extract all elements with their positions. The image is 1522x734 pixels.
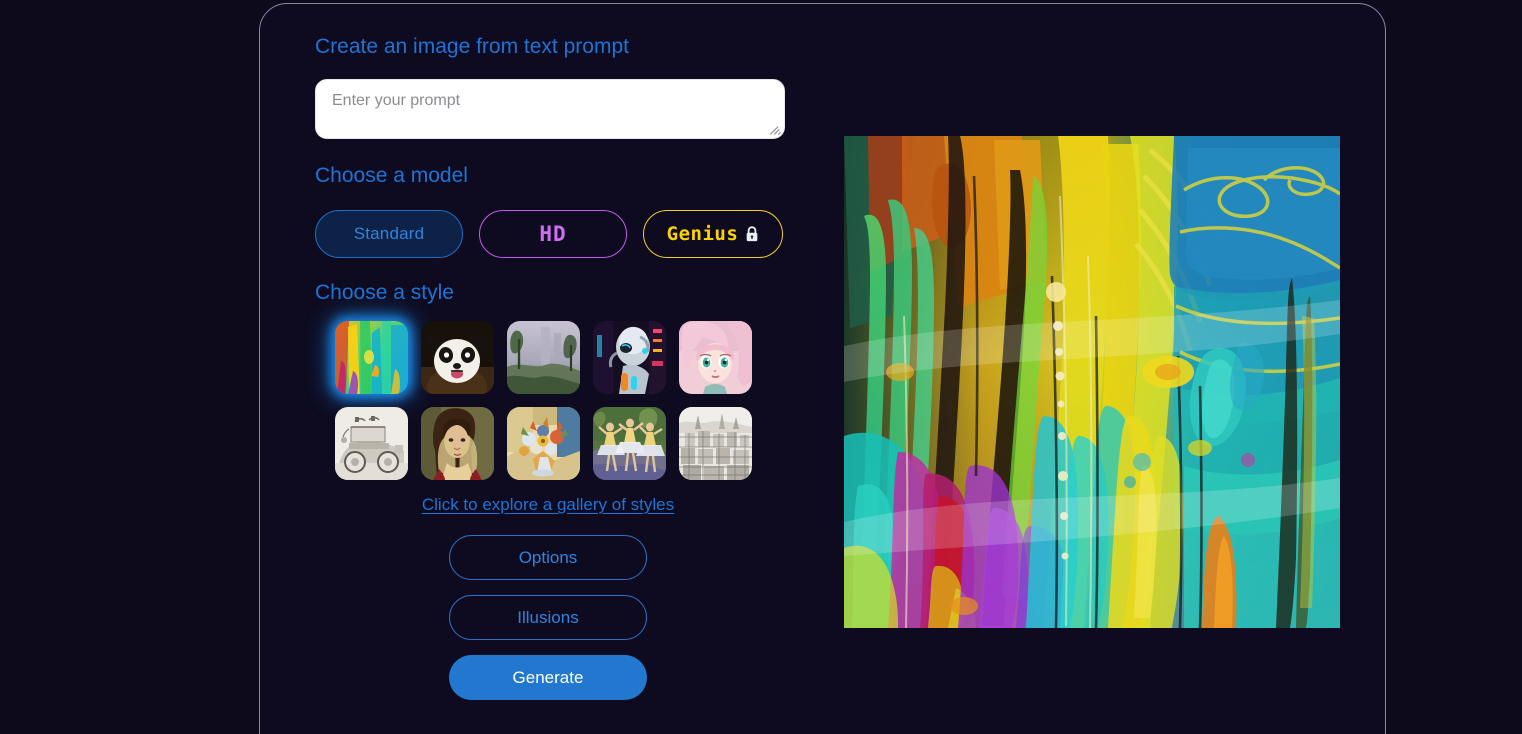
gallery-link[interactable]: Click to explore a gallery of styles — [422, 495, 674, 514]
options-button[interactable]: Options — [449, 535, 647, 580]
model-section-label: Choose a model — [315, 164, 468, 187]
model-option-standard-label: Standard — [353, 224, 425, 243]
model-option-genius[interactable]: Genius — [643, 210, 783, 258]
style-thumb-anime-portrait[interactable] — [679, 321, 752, 394]
model-option-hd-label: HD — [539, 222, 567, 246]
lock-icon — [747, 226, 758, 242]
style-thumb-abstract-vibrant-painting[interactable] — [335, 321, 408, 394]
image-generator-card: Create an image from text prompt Choose … — [259, 3, 1386, 734]
illusions-button[interactable]: Illusions — [449, 595, 647, 640]
gallery-link-row: Click to explore a gallery of styles — [315, 495, 781, 515]
style-thumb-renaissance-portrait[interactable] — [421, 407, 494, 480]
generate-button[interactable]: Generate — [449, 655, 647, 700]
style-thumb-ink-cityscape[interactable] — [679, 407, 752, 480]
style-thumb-misty-landscape[interactable] — [507, 321, 580, 394]
illusions-button-label: Illusions — [517, 607, 579, 627]
generated-image-preview[interactable] — [844, 136, 1340, 628]
controls-column: Create an image from text prompt Choose … — [315, 34, 795, 700]
style-thumb-impressionist-ballerinas[interactable] — [593, 407, 666, 480]
prompt-input[interactable] — [315, 79, 785, 139]
model-selector: Standard HD Genius — [315, 210, 795, 258]
model-option-standard[interactable]: Standard — [315, 210, 463, 258]
style-section-label: Choose a style — [315, 281, 454, 304]
model-option-genius-label: Genius — [666, 223, 739, 245]
app-screen: Create an image from text prompt Choose … — [0, 0, 1522, 734]
generate-button-label: Generate — [512, 667, 584, 687]
model-option-hd[interactable]: HD — [479, 210, 627, 258]
style-thumb-panda-photo[interactable] — [421, 321, 494, 394]
style-thumb-pencil-sketch-vintage-car[interactable] — [335, 407, 408, 480]
options-button-label: Options — [518, 547, 578, 567]
action-buttons: Options Illusions Generate — [315, 535, 781, 700]
style-thumb-cyberpunk-robot[interactable] — [593, 321, 666, 394]
page-title: Create an image from text prompt — [315, 35, 629, 58]
prompt-field-wrapper — [315, 79, 785, 139]
style-thumb-still-life-flowers[interactable] — [507, 407, 580, 480]
generated-image — [844, 136, 1340, 628]
style-grid — [335, 321, 772, 480]
